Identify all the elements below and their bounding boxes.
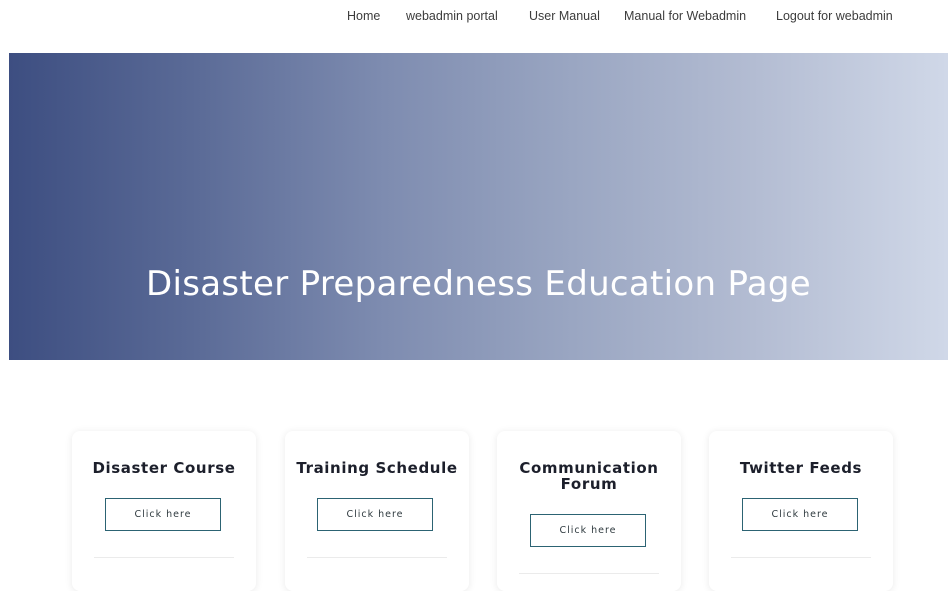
nav-link-logout[interactable]: Logout for webadmin (776, 9, 893, 23)
communication-forum-button[interactable]: Click here (530, 514, 646, 547)
top-navigation: Home webadmin portal User Manual Manual … (0, 0, 948, 36)
card-disaster-course: Disaster Course Click here (72, 431, 256, 591)
page-title: Disaster Preparedness Education Page (145, 264, 812, 304)
card-communication-forum: Communication Forum Click here (497, 431, 681, 591)
card-divider (519, 573, 659, 574)
card-divider (307, 557, 447, 558)
card-divider (731, 557, 871, 558)
disaster-course-button[interactable]: Click here (105, 498, 221, 531)
twitter-feeds-button[interactable]: Click here (742, 498, 858, 531)
card-title: Communication Forum (519, 459, 659, 493)
hero-banner: Disaster Preparedness Education Page (9, 53, 948, 360)
card-title: Twitter Feeds (739, 459, 863, 477)
nav-link-home[interactable]: Home (347, 9, 380, 23)
card-title: Disaster Course (92, 459, 236, 477)
card-twitter-feeds: Twitter Feeds Click here (709, 431, 893, 591)
card-training-schedule: Training Schedule Click here (285, 431, 469, 591)
card-divider (94, 557, 234, 558)
nav-link-manual-for-webadmin[interactable]: Manual for Webadmin (624, 9, 746, 23)
nav-link-webadmin-portal[interactable]: webadmin portal (406, 9, 498, 23)
nav-link-user-manual[interactable]: User Manual (529, 9, 600, 23)
training-schedule-button[interactable]: Click here (317, 498, 433, 531)
card-title: Training Schedule (296, 459, 458, 477)
